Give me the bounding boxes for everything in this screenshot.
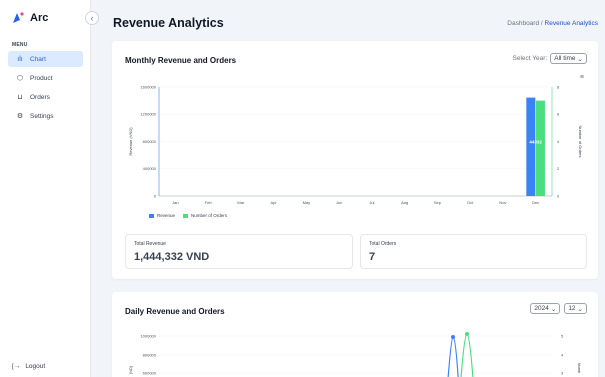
breadcrumb: Dashboard / Revenue Analytics xyxy=(507,20,598,27)
logout-label: Logout xyxy=(25,363,46,370)
y-axis-title: Revenue (VND) xyxy=(128,127,133,156)
sidebar-item-settings[interactable]: ⚙ Settings xyxy=(8,108,83,124)
sidebar-nav: ılı Chart ⬡ Product ⊔ Orders ⚙ Settings xyxy=(8,51,83,127)
orders-line xyxy=(460,333,474,377)
stat-label: Total Revenue xyxy=(134,241,166,247)
logout-icon: [→ xyxy=(12,363,21,370)
y2-tick-label: 6 xyxy=(557,112,560,117)
daily-revenue-card: Daily Revenue and Orders 2024 ⌄ 12 ⌄ 600… xyxy=(112,292,598,377)
y2-tick-label: 0 xyxy=(557,193,560,198)
sidebar: Arc MENU ılı Chart ⬡ Product ⊔ Orders ⚙ … xyxy=(0,0,91,377)
monthly-chart: 0 400000 800000 1200000 1600000 0 2 4 6 8 Jan Feb Ma… xyxy=(128,84,583,205)
y-tick-label: 1000000 xyxy=(140,333,156,338)
daily-chart: 600000 800000 1000000 3 4 5 (ND) Numb xyxy=(128,332,582,377)
breadcrumb-home[interactable]: Dashboard xyxy=(507,20,539,27)
sidebar-item-label: Orders xyxy=(30,93,50,101)
x-tick-label: Jan xyxy=(172,200,178,205)
chart-icon: ılı xyxy=(17,55,23,63)
bar-data-label: 44332 xyxy=(529,140,542,145)
y-tick-label: 800000 xyxy=(143,352,157,357)
x-tick-label: Feb xyxy=(205,200,213,205)
menu-label: MENU xyxy=(12,42,28,48)
x-tick-label: May xyxy=(303,200,311,205)
y2-tick-label: 2 xyxy=(557,166,560,171)
sidebar-item-chart[interactable]: ılı Chart xyxy=(8,51,83,67)
legend-label: Revenue xyxy=(157,213,176,218)
stat-label: Total Orders xyxy=(369,241,397,247)
logout-button[interactable]: [→ Logout xyxy=(12,363,45,370)
y2-tick-label: 5 xyxy=(561,333,564,338)
arc-logo-icon xyxy=(13,12,24,23)
revenue-bar xyxy=(526,97,536,196)
y2-tick-label: 3 xyxy=(561,370,564,375)
x-tick-label: Mar xyxy=(237,200,245,205)
x-tick-label: Dec xyxy=(532,200,539,205)
sidebar-item-product[interactable]: ⬡ Product xyxy=(8,70,83,86)
orders-bar xyxy=(535,100,545,196)
breadcrumb-current: Revenue Analytics xyxy=(544,20,598,27)
y-axis-title: (ND) xyxy=(128,365,133,374)
legend-item-orders[interactable]: Number of Orders xyxy=(183,213,227,218)
gear-icon: ⚙ xyxy=(16,113,24,120)
legend-item-revenue[interactable]: Revenue xyxy=(149,213,175,218)
x-tick-label: Jun xyxy=(336,200,342,205)
y-tick-label: 0 xyxy=(154,193,157,198)
stat-value: 7 xyxy=(369,251,376,263)
sidebar-item-label: Product xyxy=(30,74,53,82)
revenue-line xyxy=(447,336,459,377)
y-tick-label: 400000 xyxy=(143,166,157,171)
chart-legend: Revenue Number of Orders xyxy=(149,213,227,218)
x-tick-label: Apr xyxy=(271,200,278,205)
sidebar-item-label: Chart xyxy=(30,55,46,63)
y-tick-label: 1200000 xyxy=(140,112,156,117)
stat-value: 1,444,332 VND xyxy=(134,251,210,263)
app-logo[interactable]: Arc xyxy=(12,12,48,24)
y-tick-label: 800000 xyxy=(143,139,157,144)
y2-axis-title: Number of Orders xyxy=(578,125,583,157)
app-name: Arc xyxy=(30,12,49,24)
sidebar-item-label: Settings xyxy=(30,112,54,120)
y2-tick-label: 4 xyxy=(557,139,560,144)
y2-tick-label: 4 xyxy=(561,352,564,357)
revenue-point xyxy=(451,335,455,339)
total-orders-stat: Total Orders 7 xyxy=(360,234,587,269)
orders-point xyxy=(465,332,469,336)
legend-label: Number of Orders xyxy=(191,213,228,218)
total-revenue-stat: Total Revenue 1,444,332 VND xyxy=(125,234,353,269)
x-tick-label: Sep xyxy=(434,200,442,205)
y2-axis-title: Numb xyxy=(577,363,582,374)
x-tick-label: Nov xyxy=(499,200,506,205)
y-tick-label: 1600000 xyxy=(140,84,156,89)
collapse-sidebar-button[interactable]: ‹ xyxy=(85,11,99,25)
x-tick-label: Oct xyxy=(467,200,474,205)
box-icon: ⬡ xyxy=(16,75,24,82)
page-title: Revenue Analytics xyxy=(113,16,224,30)
y-tick-label: 600000 xyxy=(143,370,157,375)
x-tick-label: Aug xyxy=(401,200,408,205)
x-tick-label: Jul xyxy=(369,200,374,205)
y2-tick-label: 8 xyxy=(557,84,560,89)
monthly-revenue-card: Monthly Revenue and Orders Select Year: … xyxy=(112,41,598,279)
sidebar-item-orders[interactable]: ⊔ Orders xyxy=(8,89,83,105)
cart-icon: ⊔ xyxy=(17,94,23,101)
